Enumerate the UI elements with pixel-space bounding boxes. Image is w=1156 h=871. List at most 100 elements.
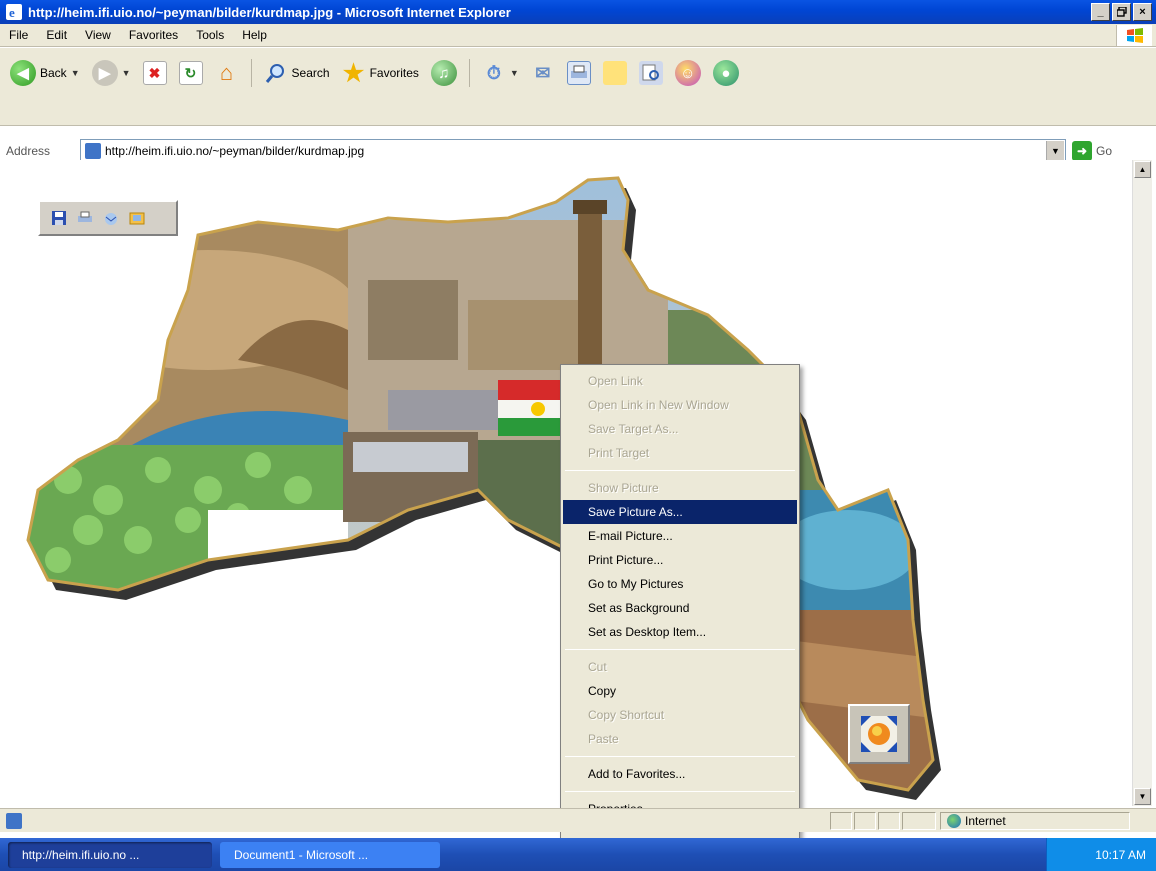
- address-input[interactable]: http://heim.ifi.uio.no/~peyman/bilder/ku…: [105, 144, 364, 158]
- toolbar-separator: [468, 59, 470, 87]
- ie-icon: e: [6, 4, 22, 20]
- taskbar: http://heim.ifi.uio.no ... Document1 - M…: [0, 838, 1156, 871]
- window-title: http://heim.ifi.uio.no/~peyman/bilder/ku…: [28, 4, 511, 20]
- maximize-button[interactable]: [1112, 3, 1131, 21]
- research-icon: [638, 61, 663, 85]
- contacts-button[interactable]: ●: [709, 56, 743, 90]
- scroll-down-icon[interactable]: ▼: [1134, 788, 1151, 805]
- menu-separator: [565, 791, 795, 792]
- minimize-button[interactable]: _: [1091, 3, 1110, 21]
- search-icon: [264, 61, 288, 85]
- stop-icon: ✖: [142, 61, 167, 85]
- search-button[interactable]: Search: [260, 56, 334, 90]
- menu-open-link[interactable]: Open Link: [563, 369, 797, 393]
- menu-go-to-my-pictures[interactable]: Go to My Pictures: [563, 572, 797, 596]
- menu-add-to-favorites[interactable]: Add to Favorites...: [563, 762, 797, 786]
- title-bar: e http://heim.ifi.uio.no/~peyman/bilder/…: [0, 0, 1156, 24]
- menu-view[interactable]: View: [76, 28, 120, 42]
- svg-text:e: e: [9, 5, 15, 20]
- menu-tools[interactable]: Tools: [187, 28, 233, 42]
- image-toolbar: [38, 200, 178, 236]
- menu-favorites[interactable]: Favorites: [120, 28, 187, 42]
- zone-label: Internet: [965, 814, 1006, 828]
- menu-separator: [565, 470, 795, 471]
- history-dropdown-icon[interactable]: ▼: [510, 68, 519, 78]
- notes-button[interactable]: [599, 56, 631, 90]
- address-label: Address: [6, 144, 51, 158]
- security-zone: Internet: [940, 812, 1130, 830]
- star-icon: ★: [342, 59, 365, 87]
- favorites-button[interactable]: ★ Favorites: [338, 56, 423, 90]
- history-icon: ⏱: [486, 62, 501, 83]
- refresh-button[interactable]: ↻: [175, 56, 207, 90]
- forward-arrow-icon: ▶: [91, 60, 118, 86]
- menu-paste[interactable]: Paste: [563, 727, 797, 751]
- menu-file[interactable]: File: [0, 28, 37, 42]
- taskbar-button-word[interactable]: Document1 - Microsoft ...: [220, 841, 440, 868]
- go-arrow-icon: ➜: [1072, 141, 1092, 161]
- address-dropdown-icon[interactable]: ▼: [1046, 141, 1064, 161]
- go-label: Go: [1096, 144, 1113, 158]
- stop-button[interactable]: ✖: [139, 56, 171, 90]
- my-pictures-icon[interactable]: [128, 209, 146, 227]
- email-image-icon[interactable]: [102, 209, 120, 227]
- menu-help[interactable]: Help: [233, 28, 276, 42]
- messenger-button[interactable]: ☺: [671, 56, 705, 90]
- forward-dropdown-icon[interactable]: ▼: [122, 68, 131, 78]
- status-panel: [878, 812, 900, 830]
- back-button[interactable]: ◀ Back ▼: [6, 56, 84, 90]
- print-image-icon[interactable]: [76, 209, 94, 227]
- notes-icon: [602, 61, 627, 85]
- toolbar: ◀ Back ▼ ▶ ▼ ✖ ↻ ⌂ Search ★ Favorites ♫ …: [0, 48, 1156, 163]
- status-panel: [854, 812, 876, 830]
- close-button[interactable]: ×: [1133, 3, 1152, 21]
- menu-copy[interactable]: Copy: [563, 679, 797, 703]
- back-dropdown-icon[interactable]: ▼: [71, 68, 80, 78]
- globe-icon: [947, 814, 961, 828]
- status-panel: [830, 812, 852, 830]
- toolbar-separator: [250, 59, 252, 87]
- status-page-icon: [6, 813, 22, 829]
- windows-logo-icon: [1116, 25, 1152, 46]
- messenger-icon: ☺: [674, 60, 701, 86]
- forward-button[interactable]: ▶ ▼: [88, 56, 135, 90]
- contacts-icon: ●: [712, 60, 739, 86]
- expand-icon: [861, 716, 897, 752]
- research-button[interactable]: [635, 56, 667, 90]
- refresh-icon: ↻: [178, 61, 203, 85]
- menu-email-picture[interactable]: E-mail Picture...: [563, 524, 797, 548]
- menu-copy-shortcut[interactable]: Copy Shortcut: [563, 703, 797, 727]
- print-icon: [566, 61, 591, 85]
- mail-button[interactable]: ✉: [527, 56, 559, 90]
- go-button[interactable]: ➜ Go: [1072, 141, 1112, 161]
- image-resize-button[interactable]: [848, 704, 910, 764]
- context-menu: Open Link Open Link in New Window Save T…: [560, 364, 800, 840]
- menu-cut[interactable]: Cut: [563, 655, 797, 679]
- menu-print-target[interactable]: Print Target: [563, 441, 797, 465]
- menu-separator: [565, 649, 795, 650]
- menu-save-target-as[interactable]: Save Target As...: [563, 417, 797, 441]
- media-button[interactable]: ♫: [427, 56, 461, 90]
- back-label: Back: [40, 66, 67, 80]
- save-image-icon[interactable]: [50, 209, 68, 227]
- menu-edit[interactable]: Edit: [37, 28, 76, 42]
- status-panel: [902, 812, 936, 830]
- system-clock: 10:17 AM: [1046, 838, 1156, 871]
- menu-separator: [565, 756, 795, 757]
- menu-show-picture[interactable]: Show Picture: [563, 476, 797, 500]
- home-button[interactable]: ⌂: [211, 56, 243, 90]
- page-icon: [85, 143, 101, 159]
- vertical-scrollbar[interactable]: ▲ ▼: [1132, 160, 1152, 806]
- menu-set-as-background[interactable]: Set as Background: [563, 596, 797, 620]
- menu-save-picture-as[interactable]: Save Picture As...: [563, 500, 797, 524]
- history-button[interactable]: ⏱ ▼: [478, 56, 523, 90]
- back-arrow-icon: ◀: [10, 60, 36, 86]
- scroll-up-icon[interactable]: ▲: [1134, 161, 1151, 178]
- menu-print-picture[interactable]: Print Picture...: [563, 548, 797, 572]
- menu-open-link-new-window[interactable]: Open Link in New Window: [563, 393, 797, 417]
- print-button[interactable]: [563, 56, 595, 90]
- taskbar-button-ie[interactable]: http://heim.ifi.uio.no ...: [8, 841, 212, 868]
- menu-set-as-desktop-item[interactable]: Set as Desktop Item...: [563, 620, 797, 644]
- search-label: Search: [291, 66, 330, 80]
- home-icon: ⌂: [219, 60, 234, 85]
